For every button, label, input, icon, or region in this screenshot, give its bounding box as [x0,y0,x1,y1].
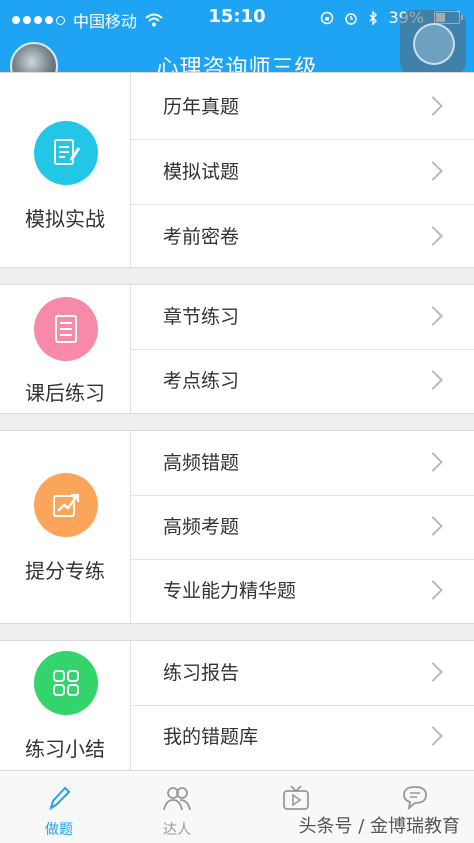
bluetooth-icon [369,10,378,25]
list-item-label: 专业能力精华题 [163,580,297,602]
trend-up-icon [34,473,98,537]
list-item-label: 高频考题 [163,516,240,538]
list-item[interactable]: 高频考题 [131,495,474,560]
section-label: 练习小结 [25,737,105,761]
section-label: 课后练习 [25,381,105,405]
tab-label: 达人 [163,822,191,838]
section-header[interactable]: 提分专练 [0,431,131,623]
list-item[interactable]: 章节练习 [131,285,474,350]
chevron-right-icon [423,306,443,326]
chevron-right-icon [423,662,443,682]
list-item[interactable]: 练习报告 [131,641,474,706]
grid-icon [34,651,98,715]
section-mock-practice: 模拟实战 历年真题 模拟试题 考前密卷 [0,72,474,268]
section-practice-summary: 练习小结 练习报告 我的错题库 [0,640,474,771]
section-header[interactable]: 模拟实战 [0,73,131,267]
list-item-label: 考点练习 [163,370,240,392]
tab-practice[interactable]: 做题 [0,771,118,843]
checklist-icon [34,297,98,361]
chevron-right-icon [423,226,443,246]
list-item[interactable]: 考点练习 [131,349,474,413]
chevron-right-icon [423,516,443,536]
chevron-right-icon [423,452,443,472]
list-item-label: 练习报告 [163,662,240,684]
document-edit-icon [34,121,98,185]
alarm-icon [345,12,358,25]
chevron-right-icon [423,161,443,181]
list-item[interactable]: 我的错题库 [131,705,474,769]
chat-icon [403,786,427,811]
watermark: 头条号 / 金博瑞教育 [298,816,460,837]
list-item[interactable]: 高频错题 [131,431,474,496]
list-item-label: 章节练习 [163,306,240,328]
section-label: 提分专练 [25,559,105,583]
tab-experts[interactable]: 达人 [118,771,236,843]
tab-label: 做题 [45,822,73,838]
section-header[interactable]: 课后练习 [0,285,131,413]
section-score-boost: 提分专练 高频错题 高频考题 专业能力精华题 [0,430,474,624]
list-item-label: 模拟试题 [163,161,240,183]
orientation-lock-icon [321,11,334,24]
chevron-right-icon [423,96,443,116]
list-item-label: 高频错题 [163,452,240,474]
users-icon [163,787,191,811]
section-header[interactable]: 练习小结 [0,641,131,771]
list-item-label: 考前密卷 [163,226,240,248]
list-item-label: 我的错题库 [163,726,259,748]
pen-icon [49,786,71,811]
chevron-right-icon [423,370,443,390]
section-label: 模拟实战 [25,207,105,231]
list-item[interactable]: 模拟试题 [131,140,474,205]
chevron-right-icon [423,726,443,746]
list-item-label: 历年真题 [163,96,240,118]
list-item[interactable]: 历年真题 [131,75,474,140]
list-item[interactable]: 专业能力精华题 [131,559,474,623]
assistive-touch-button[interactable] [400,10,466,76]
list-item[interactable]: 考前密卷 [131,205,474,269]
chevron-right-icon [423,580,443,600]
tv-play-icon [283,785,309,810]
section-after-class-practice: 课后练习 章节练习 考点练习 [0,284,474,414]
